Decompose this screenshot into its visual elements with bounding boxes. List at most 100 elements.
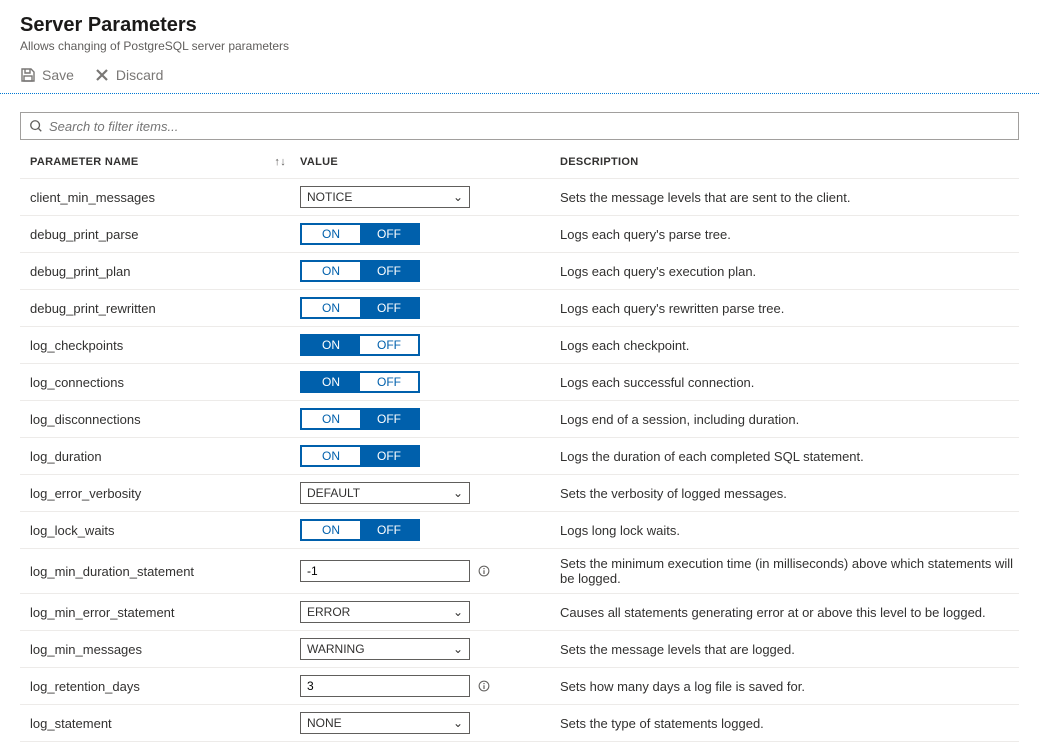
page-title: Server Parameters — [20, 14, 1019, 37]
table-row: log_min_messagesWARNING⌄ Sets the message… — [20, 630, 1019, 667]
page-subtitle: Allows changing of PostgreSQL server par… — [20, 39, 1019, 53]
param-description: Logs each query's rewritten parse tree. — [560, 301, 1019, 316]
discard-button[interactable]: Discard — [94, 67, 163, 83]
column-header-description[interactable]: DESCRIPTION — [560, 156, 1019, 168]
param-name: log_min_messages — [30, 642, 300, 657]
search-icon — [29, 119, 43, 133]
input-log_min_duration_statement[interactable] — [300, 560, 470, 582]
param-description: Sets the verbosity of logged messages. — [560, 486, 1019, 501]
toggle-on[interactable]: ON — [302, 410, 360, 428]
param-description: Logs long lock waits. — [560, 523, 1019, 538]
param-description: Logs end of a session, including duratio… — [560, 412, 1019, 427]
toggle-log_checkpoints[interactable]: ONOFF — [300, 334, 420, 356]
divider — [0, 93, 1039, 94]
sort-icon: ↑↓ — [274, 156, 286, 168]
param-name: log_lock_waits — [30, 523, 300, 538]
table-row: log_retention_daysSets how many days a l… — [20, 667, 1019, 704]
select-log_min_messages[interactable]: WARNING⌄ — [300, 638, 470, 660]
toggle-debug_print_plan[interactable]: ONOFF — [300, 260, 420, 282]
param-description: Logs each checkpoint. — [560, 338, 1019, 353]
param-value: ERROR⌄ — [300, 601, 560, 623]
input-log_retention_days[interactable] — [300, 675, 470, 697]
param-value: ONOFF — [300, 519, 560, 541]
param-value: ONOFF — [300, 334, 560, 356]
param-name: log_min_error_statement — [30, 605, 300, 620]
toggle-off[interactable]: OFF — [360, 299, 418, 317]
save-icon — [20, 67, 36, 83]
toggle-off[interactable]: OFF — [360, 373, 418, 391]
toggle-off[interactable]: OFF — [360, 336, 418, 354]
table-row: log_statementNONE⌄ Sets the type of state… — [20, 704, 1019, 741]
table-row: debug_print_rewrittenONOFF Logs each quer… — [20, 289, 1019, 326]
param-value: WARNING⌄ — [300, 638, 560, 660]
param-name: debug_print_plan — [30, 264, 300, 279]
table-row: log_checkpointsONOFF Logs each checkpoint… — [20, 326, 1019, 363]
column-header-value[interactable]: VALUE — [300, 156, 560, 168]
toggle-on[interactable]: ON — [302, 447, 360, 465]
param-name: log_duration — [30, 449, 300, 464]
save-button[interactable]: Save — [20, 67, 74, 83]
param-value: DEFAULT⌄ — [300, 482, 560, 504]
select-log_statement[interactable]: NONE⌄ — [300, 712, 470, 734]
search-input-wrap[interactable] — [20, 112, 1019, 140]
toggle-log_connections[interactable]: ONOFF — [300, 371, 420, 393]
param-description: Sets how many days a log file is saved f… — [560, 679, 1019, 694]
toggle-log_disconnections[interactable]: ONOFF — [300, 408, 420, 430]
chevron-down-icon: ⌄ — [453, 642, 463, 656]
param-value: ONOFF — [300, 408, 560, 430]
table-row: log_min_error_statementERROR⌄Causes all … — [20, 593, 1019, 630]
toggle-debug_print_rewritten[interactable]: ONOFF — [300, 297, 420, 319]
select-log_error_verbosity[interactable]: DEFAULT⌄ — [300, 482, 470, 504]
table-row: debug_print_planONOFFLogs each query's e… — [20, 252, 1019, 289]
toggle-on[interactable]: ON — [302, 521, 360, 539]
param-value: NOTICE⌄ — [300, 186, 560, 208]
param-name: log_connections — [30, 375, 300, 390]
param-value — [300, 560, 560, 582]
table-row: log_error_verbosityDEFAULT⌄Sets the verb… — [20, 474, 1019, 511]
param-description: Sets the message levels that are logged. — [560, 642, 1019, 657]
param-name: debug_print_parse — [30, 227, 300, 242]
param-value: ONOFF — [300, 445, 560, 467]
chevron-down-icon: ⌄ — [453, 716, 463, 730]
toggle-off[interactable]: OFF — [360, 447, 418, 465]
toggle-off[interactable]: OFF — [360, 521, 418, 539]
param-description: Sets the minimum execution time (in mill… — [560, 556, 1019, 586]
table-row: client_min_messagesNOTICE⌄Sets the messa… — [20, 178, 1019, 215]
toggle-on[interactable]: ON — [302, 262, 360, 280]
toggle-off[interactable]: OFF — [360, 225, 418, 243]
param-name: log_min_duration_statement — [30, 564, 300, 579]
table-row: debug_print_parseONOFFLogs each query's … — [20, 215, 1019, 252]
toggle-off[interactable]: OFF — [360, 262, 418, 280]
table-row: log_lock_waitsONOFF Logs long lock waits. — [20, 511, 1019, 548]
select-log_min_error_statement[interactable]: ERROR⌄ — [300, 601, 470, 623]
param-value: ONOFF — [300, 260, 560, 282]
param-name: debug_print_rewritten — [30, 301, 300, 316]
chevron-down-icon: ⌄ — [453, 486, 463, 500]
column-header-name[interactable]: PARAMETER NAME ↑↓ — [30, 156, 300, 168]
toggle-on[interactable]: ON — [302, 373, 360, 391]
toggle-on[interactable]: ON — [302, 225, 360, 243]
toggle-off[interactable]: OFF — [360, 410, 418, 428]
param-name: log_disconnections — [30, 412, 300, 427]
chevron-down-icon: ⌄ — [453, 605, 463, 619]
param-name: log_checkpoints — [30, 338, 300, 353]
search-input[interactable] — [49, 119, 1010, 134]
toggle-on[interactable]: ON — [302, 336, 360, 354]
table-row: log_connectionsONOFFLogs each successful… — [20, 363, 1019, 400]
info-icon[interactable] — [478, 565, 490, 577]
param-name: log_statement — [30, 716, 300, 731]
toggle-log_lock_waits[interactable]: ONOFF — [300, 519, 420, 541]
param-description: Sets the type of statements logged. — [560, 716, 1019, 731]
param-value: NONE⌄ — [300, 712, 560, 734]
close-icon — [94, 67, 110, 83]
info-icon[interactable] — [478, 680, 490, 692]
toggle-debug_print_parse[interactable]: ONOFF — [300, 223, 420, 245]
table-header: PARAMETER NAME ↑↓ VALUE DESCRIPTION — [20, 144, 1019, 178]
toggle-on[interactable]: ON — [302, 299, 360, 317]
select-client_min_messages[interactable]: NOTICE⌄ — [300, 186, 470, 208]
toggle-log_duration[interactable]: ONOFF — [300, 445, 420, 467]
param-description: Logs the duration of each completed SQL … — [560, 449, 1019, 464]
param-name: client_min_messages — [30, 190, 300, 205]
param-value: ONOFF — [300, 297, 560, 319]
param-value — [300, 675, 560, 697]
